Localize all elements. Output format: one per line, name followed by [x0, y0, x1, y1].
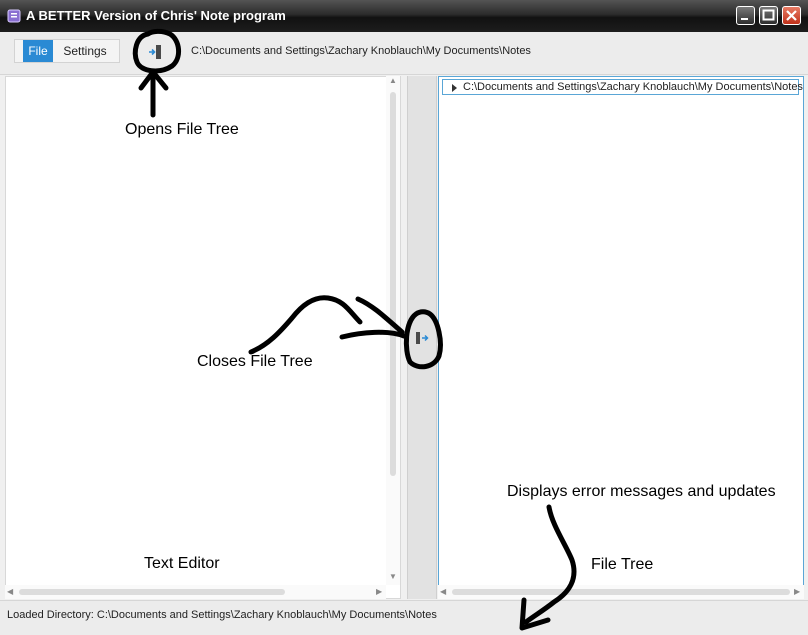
scroll-right-icon[interactable]: ▶: [376, 587, 382, 596]
scroll-up-icon[interactable]: ▲: [389, 76, 397, 85]
directory-path: C:\Documents and Settings\Zachary Knobla…: [191, 45, 531, 57]
tree-root-label: C:\Documents and Settings\Zachary Knobla…: [463, 81, 803, 93]
open-file-tree-button[interactable]: [143, 40, 167, 64]
tree-root-node[interactable]: C:\Documents and Settings\Zachary Knobla…: [442, 79, 803, 95]
annotation-closes-tree: Closes File Tree: [197, 353, 313, 370]
scroll-right-icon[interactable]: ▶: [794, 587, 800, 596]
expand-arrow-icon[interactable]: [452, 84, 457, 92]
scroll-left-icon[interactable]: ◀: [440, 587, 446, 596]
tab-bar: File Settings: [14, 39, 120, 63]
editor-vertical-scrollbar[interactable]: ▲ ▼: [386, 76, 400, 585]
close-icon: [786, 10, 797, 21]
app-icon: [7, 9, 21, 23]
close-window-button[interactable]: [782, 6, 801, 25]
scroll-down-icon[interactable]: ▼: [389, 572, 397, 581]
file-tree[interactable]: C:\Documents and Settings\Zachary Knobla…: [438, 76, 804, 599]
toolbar: File Settings C:\Documents and Settings\…: [0, 32, 808, 75]
app-window: A BETTER Version of Chris' Note program …: [0, 0, 808, 635]
annotation-error-messages: Displays error messages and updates: [507, 483, 776, 500]
editor-vertical-thumb[interactable]: [390, 92, 396, 476]
tab-file[interactable]: File: [23, 40, 53, 62]
maximize-icon: [762, 9, 775, 21]
annotation-file-tree: File Tree: [591, 556, 654, 573]
editor-horizontal-thumb[interactable]: [19, 589, 285, 595]
tree-horizontal-thumb[interactable]: [452, 589, 790, 595]
status-message: Loaded Directory: C:\Documents and Setti…: [7, 609, 437, 621]
text-editor[interactable]: [5, 76, 401, 599]
minimize-button[interactable]: [736, 6, 755, 25]
status-bar: Loaded Directory: C:\Documents and Setti…: [0, 600, 808, 635]
annotation-text-editor: Text Editor: [144, 555, 220, 572]
close-file-tree-button[interactable]: [414, 330, 430, 346]
maximize-button[interactable]: [759, 6, 778, 25]
annotation-opens-tree: Opens File Tree: [125, 121, 239, 138]
title-bar[interactable]: A BETTER Version of Chris' Note program: [0, 0, 808, 32]
scroll-left-icon[interactable]: ◀: [7, 587, 13, 596]
tab-settings[interactable]: Settings: [58, 40, 112, 62]
minimize-icon: [741, 18, 748, 20]
editor-horizontal-scrollbar[interactable]: ◀ ▶: [5, 585, 386, 599]
tree-horizontal-scrollbar[interactable]: ◀ ▶: [438, 585, 804, 599]
window-title: A BETTER Version of Chris' Note program: [26, 8, 286, 23]
